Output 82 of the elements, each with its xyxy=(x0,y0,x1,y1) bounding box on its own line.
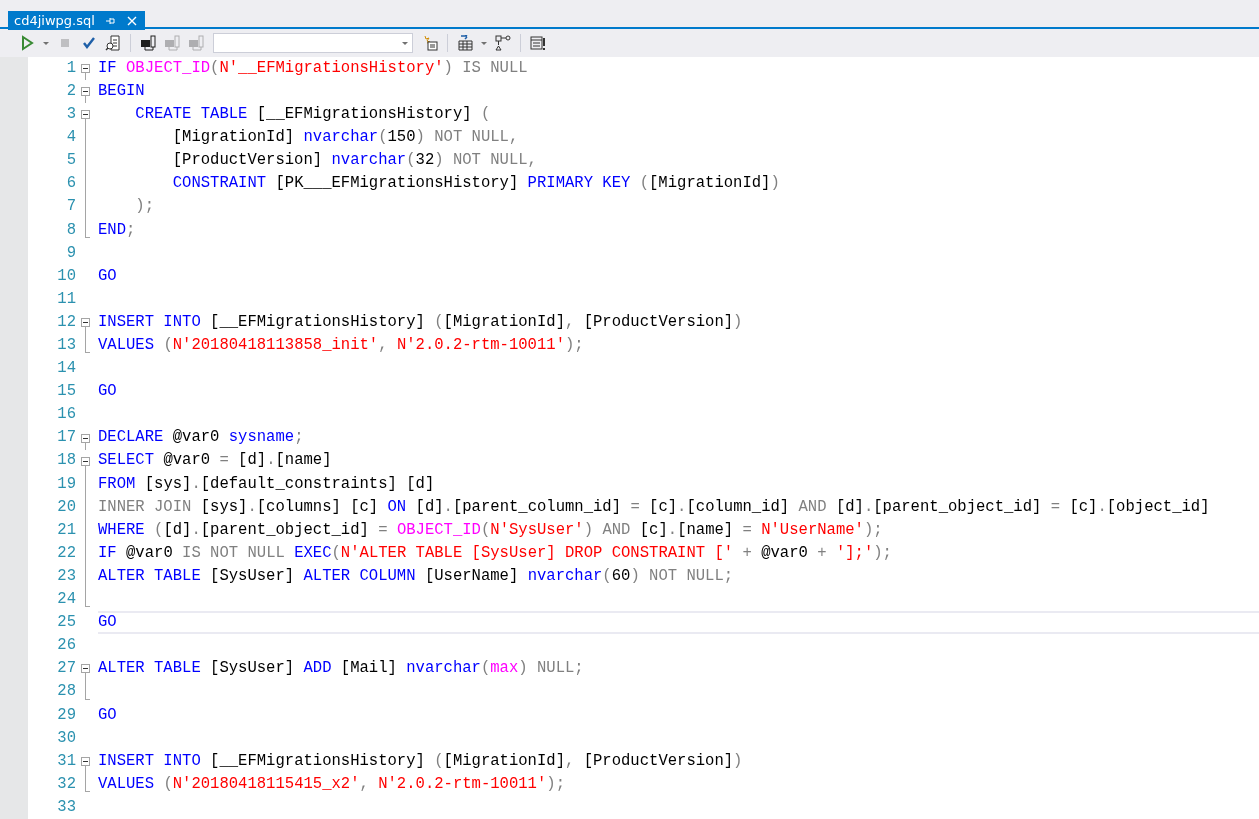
line-number: 3 xyxy=(65,104,76,126)
server-icon xyxy=(188,35,204,51)
check-icon xyxy=(81,35,97,51)
line-number: 30 xyxy=(56,727,76,749)
code-line: BEGIN xyxy=(98,80,145,102)
code-line: DECLARE @var0 sysname; xyxy=(98,427,304,449)
document-tab[interactable]: cd4jiwpg.sql xyxy=(8,11,145,31)
code-line: ALTER TABLE [SysUser] ALTER COLUMN [UserName] nvarchar(60) NOT NULL; xyxy=(98,565,734,587)
code-line: GO xyxy=(98,704,117,726)
line-number: 13 xyxy=(56,335,76,356)
collapse-icon[interactable] xyxy=(81,87,90,97)
line-number: 24 xyxy=(56,589,76,611)
line-number: 31 xyxy=(56,750,76,772)
line-number: 32 xyxy=(56,773,76,795)
line-number: 6 xyxy=(65,173,76,195)
code-line: VALUES (N'20180418115415_x2', N'2.0.2-rtm-10011'); xyxy=(98,773,565,795)
results-pane-icon xyxy=(530,35,546,51)
line-number: 12 xyxy=(56,311,76,333)
code-line: GO xyxy=(98,265,117,287)
grid-icon xyxy=(457,35,473,51)
line-number: 14 xyxy=(56,358,76,380)
collapse-icon[interactable] xyxy=(81,64,90,73)
line-number: 8 xyxy=(65,219,76,241)
collapse-icon[interactable] xyxy=(81,664,90,674)
code-line: [MigrationId] nvarchar(150) NOT NULL, xyxy=(171,127,519,149)
line-number: 7 xyxy=(65,196,76,218)
line-number: 16 xyxy=(56,404,76,426)
code-line: GO xyxy=(98,612,117,634)
code-line: INNER JOIN [sys].[columns] [c] ON [d].[parent_column_id] = [c].[column_id] AND [d].[parent_object_id] = [c].[object_id] xyxy=(98,496,1210,518)
line-number: 1 xyxy=(65,57,76,79)
line-number: 5 xyxy=(65,150,76,172)
code-line: INSERT INTO [__EFMigrationsHistory] ([MigrationId], [ProductVersion]) xyxy=(98,750,743,772)
line-number: 17 xyxy=(56,427,76,449)
line-number: 28 xyxy=(56,681,76,703)
caret-icon xyxy=(43,41,49,45)
line-number: 2 xyxy=(65,80,76,102)
code-line: IF @var0 IS NOT NULL EXEC(N'ALTER TABLE [SysUser] DROP CONSTRAINT [' + @var0 + '];'); xyxy=(98,542,892,564)
line-number: 25 xyxy=(56,612,76,634)
line-number: 29 xyxy=(56,704,76,726)
code-line: END; xyxy=(98,219,136,241)
line-number: 18 xyxy=(56,450,76,472)
line-number: 27 xyxy=(56,658,76,680)
line-number: 9 xyxy=(65,242,76,264)
line-number: 19 xyxy=(56,473,76,495)
play-icon xyxy=(19,35,35,51)
collapse-icon[interactable] xyxy=(81,318,90,328)
line-number: 26 xyxy=(56,635,76,657)
line-number: 21 xyxy=(56,519,76,541)
pin-icon xyxy=(104,15,115,26)
code-line: FROM [sys].[default_constraints] [d] xyxy=(98,473,435,495)
line-number: 22 xyxy=(56,542,76,564)
code-line: WHERE ([d].[parent_object_id] = OBJECT_ID(N'SysUser') AND [c].[name] = N'UserName'); xyxy=(98,519,883,541)
code-line: GO xyxy=(98,381,117,403)
code-line: ALTER TABLE [SysUser] ADD [Mail] nvarchar(max) NULL; xyxy=(98,658,584,680)
document-search-icon xyxy=(105,35,121,51)
line-number: 10 xyxy=(56,265,76,287)
collapse-icon[interactable] xyxy=(81,756,90,766)
code-line: IF OBJECT_ID(N'__EFMigrationsHistory') IS NULL xyxy=(98,57,528,79)
tab-title: cd4jiwpg.sql xyxy=(14,12,95,30)
line-number: 15 xyxy=(56,381,76,403)
caret-icon xyxy=(481,41,487,45)
new-window-icon xyxy=(422,35,438,51)
close-icon xyxy=(126,15,137,26)
code-line: ); xyxy=(134,196,155,218)
code-line: CREATE TABLE [__EFMigrationsHistory] ( xyxy=(134,104,491,126)
server-icon xyxy=(164,35,180,51)
caret-icon xyxy=(402,41,408,45)
diagram-icon xyxy=(495,35,511,51)
line-number: 20 xyxy=(56,496,76,518)
code-line: CONSTRAINT [PK___EFMigrationsHistory] PRIMARY KEY ([MigrationId]) xyxy=(171,173,780,195)
collapse-icon[interactable] xyxy=(81,433,90,443)
code-line: VALUES (N'20180418113858_init', N'2.0.2-rtm-10011'); xyxy=(98,335,584,356)
line-number: 33 xyxy=(56,796,76,818)
collapse-icon[interactable] xyxy=(81,456,90,466)
line-number: 23 xyxy=(56,565,76,587)
collapse-icon[interactable] xyxy=(81,110,90,120)
line-number: 4 xyxy=(65,127,76,149)
line-number: 11 xyxy=(56,288,76,310)
code-line: INSERT INTO [__EFMigrationsHistory] ([MigrationId], [ProductVersion]) xyxy=(98,311,743,333)
server-icon xyxy=(140,35,156,51)
code-line: [ProductVersion] nvarchar(32) NOT NULL, xyxy=(171,150,537,172)
code-line: SELECT @var0 = [d].[name] xyxy=(98,450,332,472)
